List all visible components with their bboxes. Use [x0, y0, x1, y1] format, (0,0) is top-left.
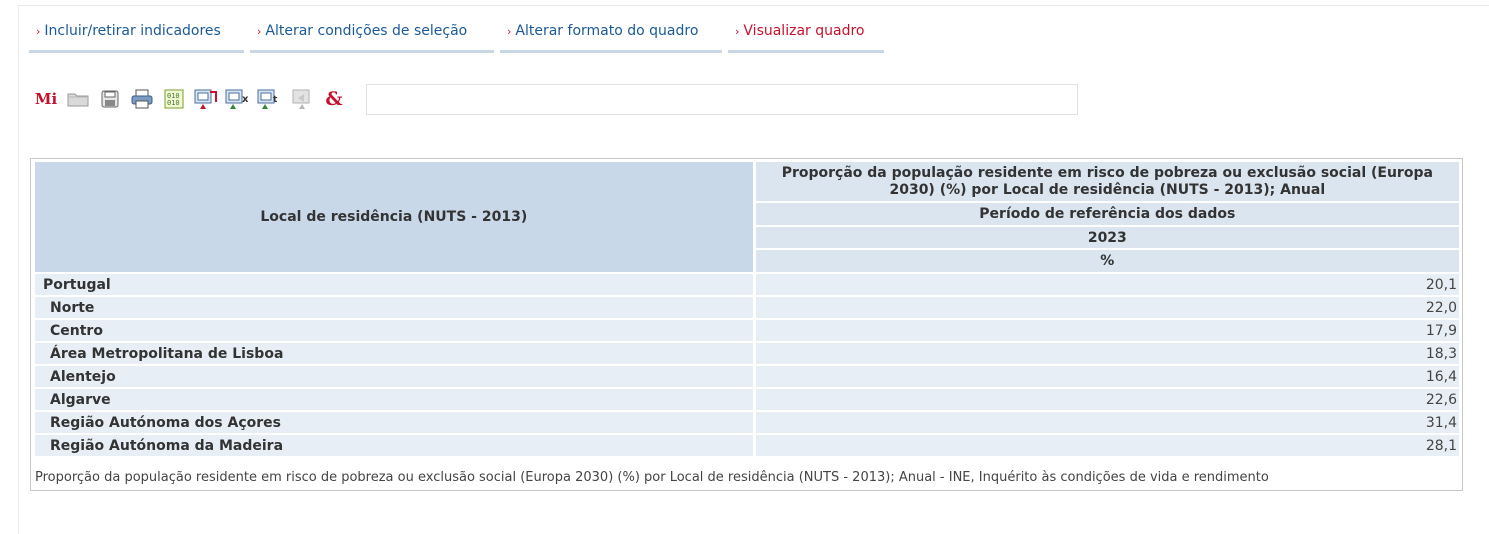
print-icon[interactable] [129, 86, 155, 112]
row-label: Área Metropolitana de Lisboa [35, 343, 753, 364]
tab-label: Incluir/retirar indicadores [44, 23, 221, 39]
data-table: Local de residência (NUTS - 2013) Propor… [32, 160, 1462, 458]
chevron-right-icon: › [36, 24, 41, 38]
toolbar: Mi 010 010 x t & [33, 86, 347, 112]
my-ine-icon[interactable]: Mi [33, 86, 59, 112]
my-ine-label: Mi [34, 90, 58, 108]
csv-icon[interactable]: 010 010 [161, 86, 187, 112]
svg-text:010: 010 [167, 99, 180, 107]
export-pdf-icon[interactable] [193, 86, 219, 112]
row-value: 20,1 [755, 274, 1459, 295]
tab-incluir-retirar-indicadores[interactable]: › Incluir/retirar indicadores [29, 12, 244, 53]
table-row: Algarve 22,6 [35, 389, 1459, 410]
frame-left-border [18, 5, 19, 534]
row-label: Região Autónoma da Madeira [35, 435, 753, 456]
row-value: 18,3 [755, 343, 1459, 364]
period-header: Período de referência dos dados [755, 203, 1459, 225]
data-table-container: Local de residência (NUTS - 2013) Propor… [30, 158, 1463, 491]
tab-alterar-condicoes-selecao[interactable]: › Alterar condições de seleção [250, 12, 494, 53]
export-text-icon[interactable]: t [257, 86, 283, 112]
tab-bar: › Incluir/retirar indicadores › Alterar … [29, 12, 884, 53]
row-value: 28,1 [755, 435, 1459, 456]
table-row: Alentejo 16,4 [35, 366, 1459, 387]
tab-label: Alterar condições de seleção [265, 23, 468, 39]
table-row: Norte 22,0 [35, 297, 1459, 318]
table-row: Centro 17,9 [35, 320, 1459, 341]
row-value: 22,0 [755, 297, 1459, 318]
row-label: Norte [35, 297, 753, 318]
folder-icon[interactable] [65, 86, 91, 112]
frame-top-border [18, 5, 1489, 6]
row-value: 16,4 [755, 366, 1459, 387]
export-excel-icon[interactable]: x [225, 86, 251, 112]
row-label: Portugal [35, 274, 753, 295]
row-header: Local de residência (NUTS - 2013) [35, 162, 753, 272]
row-label: Alentejo [35, 366, 753, 387]
table-source-note: Proporção da população residente em risc… [35, 470, 1269, 485]
chevron-right-icon: › [735, 24, 740, 38]
link-icon[interactable]: & [321, 86, 347, 112]
query-url-field[interactable] [366, 84, 1078, 115]
share-icon[interactable] [289, 86, 315, 112]
tab-label: Visualizar quadro [743, 23, 865, 39]
ampersand-label: & [325, 88, 343, 110]
tab-alterar-formato-quadro[interactable]: › Alterar formato do quadro [500, 12, 722, 53]
row-label: Região Autónoma dos Açores [35, 412, 753, 433]
row-label: Algarve [35, 389, 753, 410]
chevron-right-icon: › [507, 24, 512, 38]
table-row: Portugal 20,1 [35, 274, 1459, 295]
tab-label: Alterar formato do quadro [515, 23, 699, 39]
row-value: 17,9 [755, 320, 1459, 341]
svg-text:x: x [242, 94, 249, 105]
svg-text:t: t [273, 95, 278, 105]
row-value: 22,6 [755, 389, 1459, 410]
table-row: Região Autónoma dos Açores 31,4 [35, 412, 1459, 433]
save-icon[interactable] [97, 86, 123, 112]
table-row: Área Metropolitana de Lisboa 18,3 [35, 343, 1459, 364]
table-row: Região Autónoma da Madeira 28,1 [35, 435, 1459, 456]
tab-visualizar-quadro[interactable]: › Visualizar quadro [728, 12, 884, 53]
year-header: 2023 [755, 226, 1459, 249]
column-title-header: Proporção da população residente em risc… [755, 162, 1459, 202]
row-value: 31,4 [755, 412, 1459, 433]
chevron-right-icon: › [257, 24, 262, 38]
unit-header: % [755, 250, 1459, 272]
row-label: Centro [35, 320, 753, 341]
